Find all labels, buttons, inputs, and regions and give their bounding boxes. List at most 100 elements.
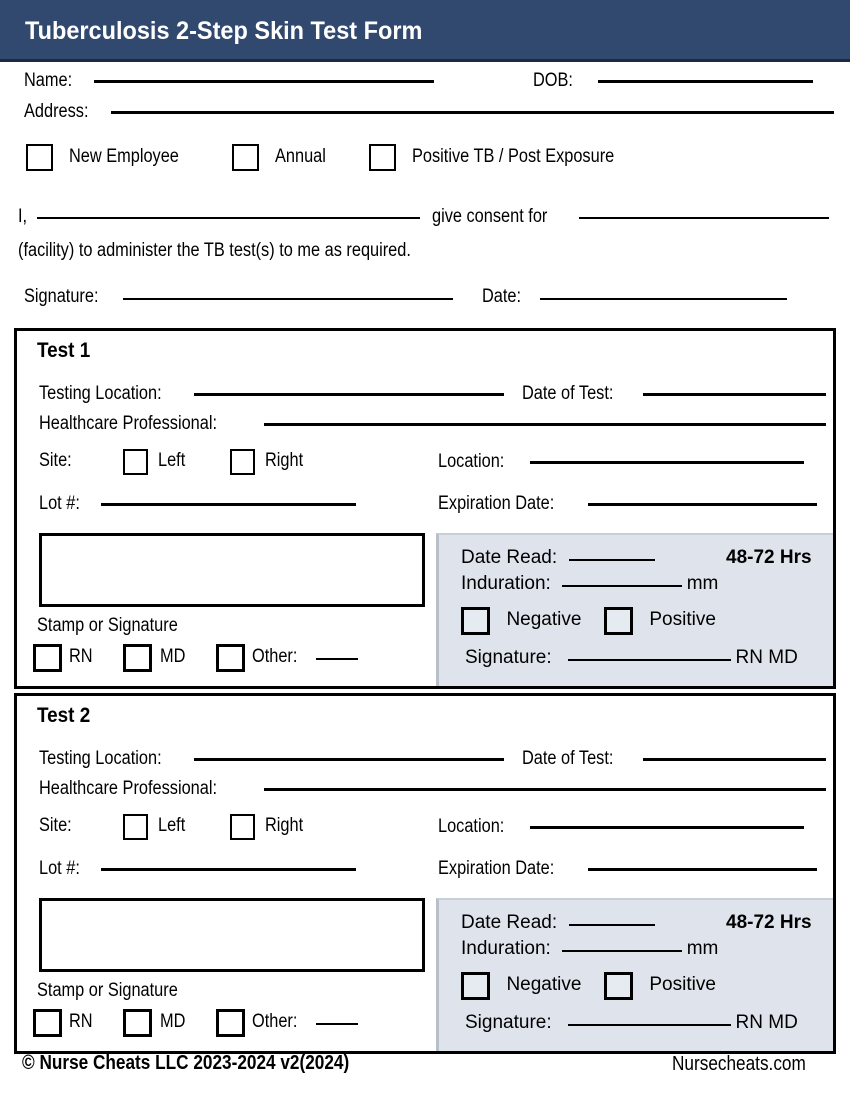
test-2-site-group: Site: Left Right <box>39 814 309 840</box>
address-input[interactable] <box>111 111 835 114</box>
test-1-checkbox-right[interactable] <box>230 449 256 475</box>
consent-line-1: I, give consent for <box>18 206 830 228</box>
consent-date-input[interactable] <box>539 298 787 300</box>
test-1-label-rn: RN <box>69 646 94 668</box>
test-1-expiration-label: Expiration Date: <box>438 493 555 514</box>
test-1-site-group: Site: Left Right <box>39 449 309 475</box>
test-1-lot-row: Lot #: <box>39 493 356 515</box>
test-1-checkbox-positive[interactable] <box>603 607 633 635</box>
test-2-checkbox-md[interactable] <box>123 1009 153 1037</box>
test-2-hours-note: 48-72 Hrs <box>726 912 812 933</box>
test-1-location-input[interactable] <box>529 461 804 464</box>
test-2-label-other: Other: <box>252 1011 298 1033</box>
test-1-induration-label: Induration: <box>461 573 551 594</box>
consent-name-input[interactable] <box>37 217 421 219</box>
consent-signature-label: Signature: <box>24 286 99 307</box>
test-1-panel-signature-input[interactable] <box>568 659 732 661</box>
test-1-stamp-box[interactable] <box>39 533 425 607</box>
test-2-checkbox-left[interactable] <box>123 814 149 840</box>
test-1-checkbox-md[interactable] <box>123 644 153 672</box>
test-2-testing-location-row: Testing Location: <box>39 748 505 770</box>
test-2-expiration-input[interactable] <box>587 868 817 871</box>
test-2-stamp-box[interactable] <box>39 898 425 972</box>
test-1-date-read-row: Date Read: <box>461 547 655 569</box>
address-label: Address: <box>24 101 89 122</box>
name-label: Name: <box>24 70 73 91</box>
test-1-date-of-test-input[interactable] <box>642 393 826 396</box>
test-2-expiration-row: Expiration Date: <box>438 858 817 880</box>
consent-facility-input[interactable] <box>579 217 830 219</box>
test-2-checkbox-rn[interactable] <box>33 1009 62 1037</box>
name-input[interactable] <box>94 80 435 83</box>
test-2-read-panel: Date Read: 48-72 Hrs Induration: mm Nega… <box>436 898 833 1051</box>
test-2-location-row: Location: <box>438 816 804 838</box>
test-1-label-positive: Positive <box>649 609 716 631</box>
test-2-panel-signature-input[interactable] <box>568 1024 732 1026</box>
dob-input[interactable] <box>597 80 813 83</box>
test-2-site-label: Site: <box>39 815 72 837</box>
test-1-checkbox-rn[interactable] <box>33 644 62 672</box>
consent-date-label: Date: <box>482 286 522 307</box>
test-2-panel-credentials-suffix: RN MD <box>735 1012 798 1033</box>
test-1-expiration-row: Expiration Date: <box>438 493 817 515</box>
test-1-healthcare-professional-row: Healthcare Professional: <box>39 413 827 435</box>
test-2-result-group: Negative Positive <box>461 972 716 1000</box>
test-1-induration-unit: mm <box>686 573 719 594</box>
test-2-induration-unit: mm <box>686 938 719 959</box>
test-1-healthcare-professional-label: Healthcare Professional: <box>39 413 218 434</box>
test-2-label-negative: Negative <box>506 974 582 996</box>
test-2-date-read-row: Date Read: <box>461 912 655 934</box>
test-1-date-read-label: Date Read: <box>461 547 558 568</box>
test-1-checkbox-negative[interactable] <box>461 607 490 635</box>
test-2-date-read-input[interactable] <box>568 924 655 926</box>
test-2-date-of-test-label: Date of Test: <box>522 748 614 769</box>
test-2-checkbox-negative[interactable] <box>461 972 490 1000</box>
test-1-checkbox-other[interactable] <box>215 644 245 672</box>
test-2-credentials-group: RN MD Other: <box>33 1009 358 1037</box>
checkbox-positive-tb[interactable] <box>368 144 396 171</box>
footer-website: Nursecheats.com <box>672 1053 807 1075</box>
test-1-site-label: Site: <box>39 450 72 472</box>
checkbox-new-employee[interactable] <box>26 144 53 171</box>
test-1-healthcare-professional-input[interactable] <box>264 423 827 426</box>
test-1-checkbox-left[interactable] <box>123 449 149 475</box>
tb-skin-test-form: Tuberculosis 2-Step Skin Test Form Name:… <box>0 0 850 1100</box>
test-1-date-of-test-label: Date of Test: <box>522 383 614 404</box>
test-1-testing-location-input[interactable] <box>194 393 505 396</box>
test-1-location-label: Location: <box>438 451 505 472</box>
test-2-expiration-label: Expiration Date: <box>438 858 555 879</box>
label-new-employee: New Employee <box>69 145 180 167</box>
test-2-healthcare-professional-row: Healthcare Professional: <box>39 778 827 800</box>
test-2-location-input[interactable] <box>529 826 804 829</box>
test-2-lot-input[interactable] <box>101 868 356 871</box>
test-1-induration-input[interactable] <box>562 585 683 587</box>
test-2-healthcare-professional-input[interactable] <box>264 788 827 791</box>
test-2-date-of-test-input[interactable] <box>642 758 826 761</box>
test-1-label-other: Other: <box>252 646 298 668</box>
test-2-induration-input[interactable] <box>562 950 683 952</box>
checkbox-annual[interactable] <box>231 144 259 171</box>
consent-signature-input[interactable] <box>123 298 454 300</box>
test-1-testing-location-label: Testing Location: <box>39 383 162 404</box>
test-1-lot-input[interactable] <box>101 503 356 506</box>
test-2-checkbox-positive[interactable] <box>603 972 633 1000</box>
name-row: Name: <box>24 70 435 92</box>
test-1-date-read-input[interactable] <box>568 559 655 561</box>
test-2-checkbox-right[interactable] <box>230 814 256 840</box>
dob-row: DOB: <box>533 70 813 92</box>
test-1-other-input[interactable] <box>315 658 358 661</box>
test-2-label-positive: Positive <box>649 974 716 996</box>
test-1-result-group: Negative Positive <box>461 607 716 635</box>
consent-middle-text: give consent for <box>432 206 548 227</box>
test-2-panel-signature-row: Signature: RN MD <box>465 1012 798 1034</box>
test-1-lot-label: Lot #: <box>39 493 80 514</box>
test-2-other-input[interactable] <box>315 1023 358 1026</box>
label-annual: Annual <box>275 145 327 167</box>
test-2-testing-location-input[interactable] <box>194 758 505 761</box>
test-2-label-right: Right <box>264 815 303 837</box>
test-2-lot-row: Lot #: <box>39 858 356 880</box>
test-1-induration-row: Induration: mm <box>461 573 718 595</box>
test-2-testing-location-label: Testing Location: <box>39 748 162 769</box>
test-2-checkbox-other[interactable] <box>215 1009 245 1037</box>
test-1-expiration-input[interactable] <box>587 503 817 506</box>
